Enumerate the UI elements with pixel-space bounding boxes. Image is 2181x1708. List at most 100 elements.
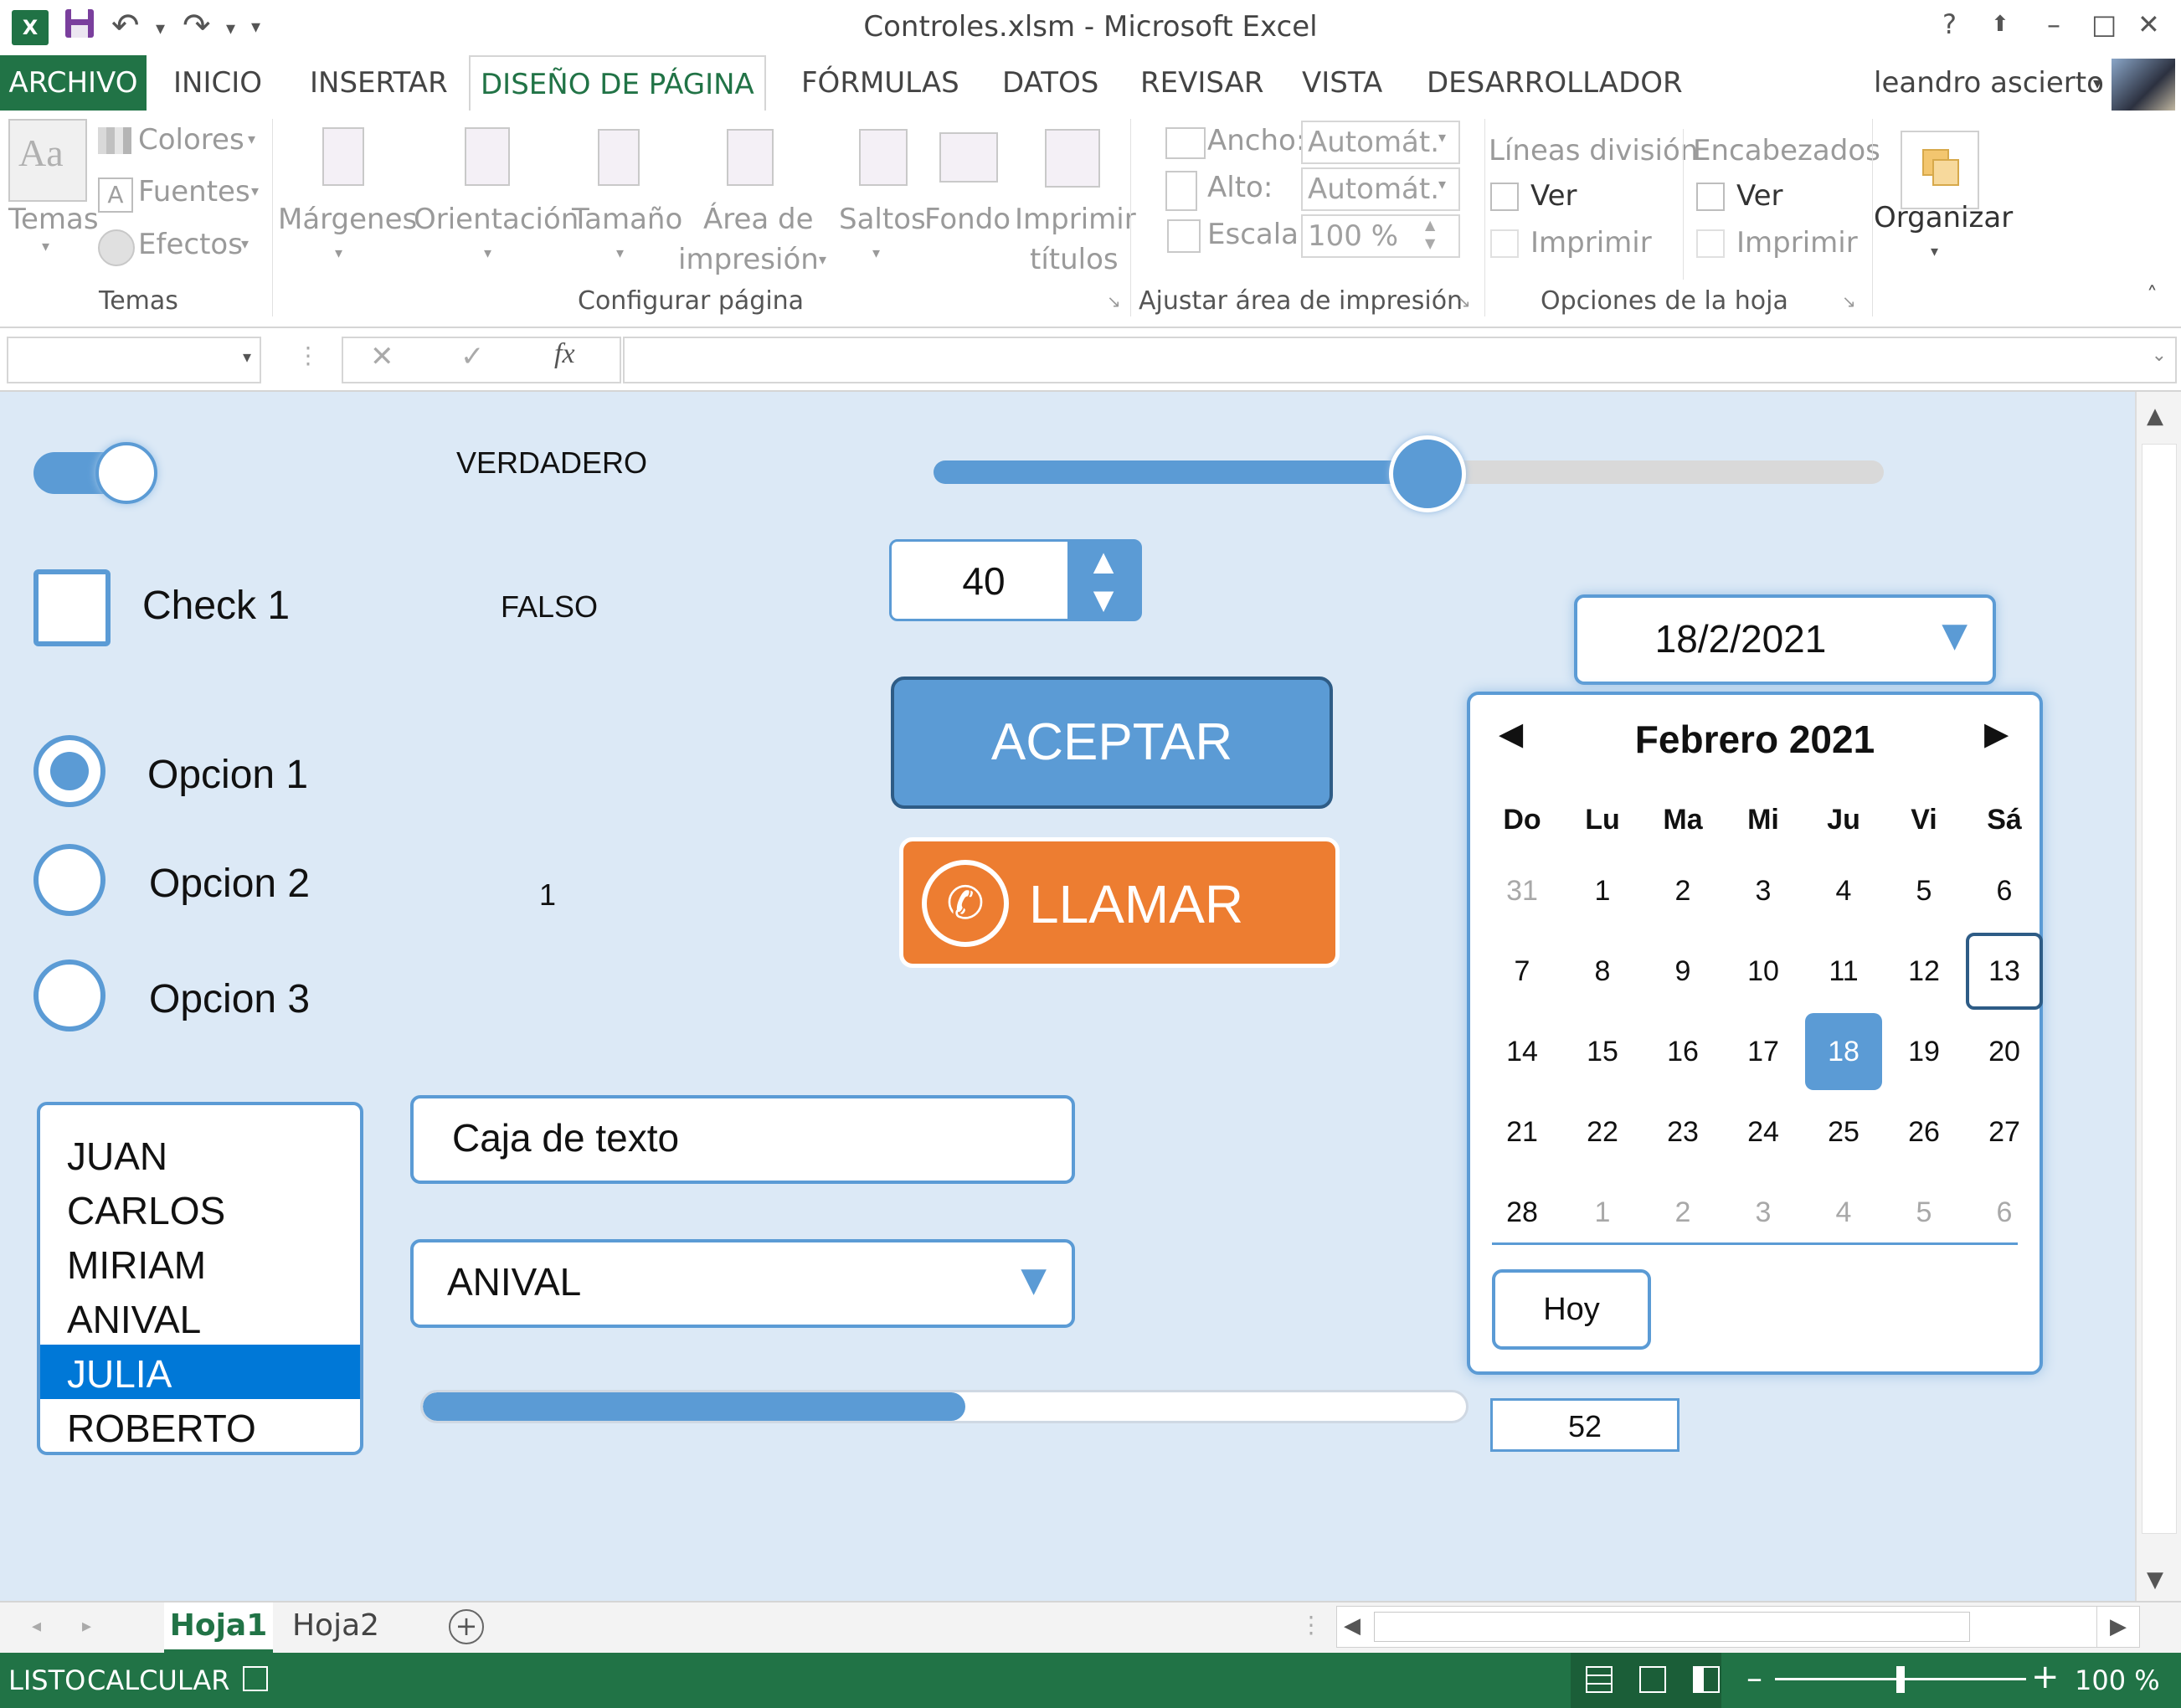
calendar-day[interactable]: 13 (1966, 933, 2043, 1010)
zoom-out-icon[interactable]: – (1746, 1659, 1762, 1696)
avatar[interactable] (2112, 59, 2175, 111)
tab-splitter-icon[interactable]: ⋮ (1299, 1611, 1323, 1639)
calendar-day[interactable]: 5 (1885, 852, 1962, 929)
opcion-2-radio[interactable] (33, 844, 105, 916)
calendar-day[interactable]: 3 (1725, 1174, 1802, 1251)
scroll-thumb[interactable] (2142, 444, 2177, 1534)
opcion-3-label[interactable]: Opcion 3 (149, 976, 310, 1022)
margenes-dropdown-icon[interactable]: ▾ (335, 244, 342, 262)
scroll-right-icon[interactable]: ▶ (2096, 1606, 2140, 1648)
page-break-icon[interactable] (1693, 1666, 1720, 1693)
headings-print-checkbox[interactable] (1696, 229, 1725, 258)
text-input[interactable]: Caja de texto (410, 1095, 1075, 1184)
calendar-day[interactable]: 6 (1966, 852, 2043, 929)
headings-view-checkbox[interactable] (1696, 183, 1725, 211)
calendar-day[interactable]: 18 (1805, 1013, 1882, 1090)
maximize-icon[interactable]: □ (2091, 8, 2117, 40)
tab-diseno-de-pagina[interactable]: DISEÑO DE PÁGINA (469, 55, 766, 114)
calendar-day[interactable]: 15 (1564, 1013, 1641, 1090)
calendar-day[interactable]: 28 (1484, 1174, 1561, 1251)
list-item[interactable]: CARLOS (40, 1181, 360, 1236)
zoom-level[interactable]: 100 % (2075, 1664, 2160, 1696)
toggle-switch[interactable] (33, 442, 167, 504)
calendar-day[interactable]: 2 (1644, 852, 1721, 929)
name-box-dropdown-icon[interactable]: ▾ (243, 347, 251, 367)
calendar-day[interactable]: 6 (1966, 1174, 2043, 1251)
calendar-day[interactable]: 16 (1644, 1013, 1721, 1090)
spin-up-button[interactable]: ▲ (1067, 542, 1139, 582)
macro-record-icon[interactable] (243, 1666, 268, 1691)
size-icon[interactable] (598, 129, 640, 186)
combobox-dropdown-icon[interactable]: ▼ (1021, 1261, 1047, 1299)
saltos-dropdown-icon[interactable]: ▾ (872, 244, 880, 262)
calendar-day[interactable]: 9 (1644, 933, 1721, 1010)
check-1-checkbox[interactable] (33, 569, 111, 646)
calendar-day[interactable]: 7 (1484, 933, 1561, 1010)
efectos-dropdown-icon[interactable]: ▾ (241, 235, 249, 253)
orientacion-dropdown-icon[interactable]: ▾ (484, 244, 491, 262)
calendar-day[interactable]: 10 (1725, 933, 1802, 1010)
calendar-day[interactable]: 20 (1966, 1013, 2043, 1090)
temas-button-label[interactable]: Temas (8, 203, 99, 236)
print-titles-icon[interactable] (1045, 129, 1100, 188)
sheet-tab-hoja2[interactable]: Hoja2 (281, 1603, 390, 1649)
list-item[interactable]: MIRIAM (40, 1236, 360, 1290)
add-sheet-icon[interactable]: + (449, 1609, 484, 1644)
calendar-day[interactable]: 22 (1564, 1093, 1641, 1170)
area-impresion-label-2[interactable]: impresión (678, 243, 819, 276)
cancel-icon[interactable]: ✕ (370, 340, 394, 373)
scroll-up-icon[interactable]: ▲ (2147, 404, 2163, 429)
imprimir-titulos-label-2[interactable]: títulos (1030, 243, 1119, 276)
formula-input[interactable]: ⌄ (623, 337, 2177, 383)
user-dropdown-icon[interactable]: ▾ (2093, 55, 2101, 111)
page-layout-icon[interactable] (1639, 1666, 1666, 1693)
calendar-day[interactable]: 1 (1564, 1174, 1641, 1251)
close-icon[interactable]: ✕ (2137, 8, 2160, 40)
opcion-1-label[interactable]: Opcion 1 (147, 752, 308, 798)
tab-archivo[interactable]: ARCHIVO (0, 55, 147, 111)
zoom-slider-thumb[interactable] (1896, 1666, 1905, 1693)
calendar-day[interactable]: 21 (1484, 1093, 1561, 1170)
calendar-day[interactable]: 5 (1885, 1174, 1962, 1251)
organizar-dropdown-icon[interactable]: ▾ (1931, 243, 1938, 260)
slider[interactable] (934, 435, 1884, 512)
check-1-label[interactable]: Check 1 (142, 583, 290, 629)
fuentes-dropdown-icon[interactable]: ▾ (251, 183, 259, 200)
gridlines-print-checkbox[interactable] (1490, 229, 1519, 258)
next-sheet-icon[interactable]: ▸ (82, 1616, 91, 1637)
calendar-day[interactable]: 31 (1484, 852, 1561, 929)
tab-datos[interactable]: DATOS (992, 55, 1109, 111)
ribbon-display-icon[interactable]: ⬆ (1991, 12, 2009, 37)
spinner-value[interactable]: 40 (892, 558, 1076, 604)
calendar-day[interactable]: 19 (1885, 1013, 1962, 1090)
dialog-launcher-icon[interactable]: ↘ (1842, 291, 1856, 311)
horizontal-scroll-thumb[interactable] (1374, 1612, 1970, 1642)
collapse-ribbon-icon[interactable]: ˄ (2147, 283, 2158, 308)
spin-down-button[interactable]: ▼ (1067, 580, 1139, 619)
horizontal-scrollbar[interactable]: ◀ (1336, 1606, 2100, 1648)
gridlines-view-checkbox[interactable] (1490, 183, 1519, 211)
arrange-icon[interactable] (1901, 131, 1979, 209)
organizar-button[interactable]: Organizar (1874, 201, 2013, 234)
tab-inicio[interactable]: INICIO (163, 55, 272, 111)
list-item[interactable]: ROBERTO (40, 1399, 360, 1452)
area-impresion-label-1[interactable]: Área de (703, 203, 814, 236)
calendar-day[interactable]: 3 (1725, 852, 1802, 929)
tab-desarrollador[interactable]: DESARROLLADOR (1417, 55, 1693, 111)
width-select[interactable]: Automát. (1301, 121, 1460, 164)
print-area-icon[interactable] (727, 129, 774, 186)
calendar-day[interactable]: 17 (1725, 1013, 1802, 1090)
orientation-icon[interactable] (465, 127, 510, 186)
minimize-icon[interactable]: – (2047, 8, 2060, 40)
scale-input[interactable]: 100 % (1301, 214, 1460, 258)
status-calc[interactable]: CALCULAR (87, 1664, 230, 1696)
normal-view-icon[interactable] (1586, 1666, 1613, 1693)
calendar-day[interactable]: 8 (1564, 933, 1641, 1010)
tab-formulas[interactable]: FÓRMULAS (791, 55, 970, 111)
user-name[interactable]: leandro ascierto (1874, 55, 2104, 111)
calendar-day[interactable]: 25 (1805, 1093, 1882, 1170)
colores-dropdown-icon[interactable]: ▾ (248, 131, 255, 148)
scroll-down-icon[interactable]: ▼ (2147, 1567, 2163, 1592)
tab-revisar[interactable]: REVISAR (1130, 55, 1274, 111)
breaks-icon[interactable] (859, 129, 908, 186)
